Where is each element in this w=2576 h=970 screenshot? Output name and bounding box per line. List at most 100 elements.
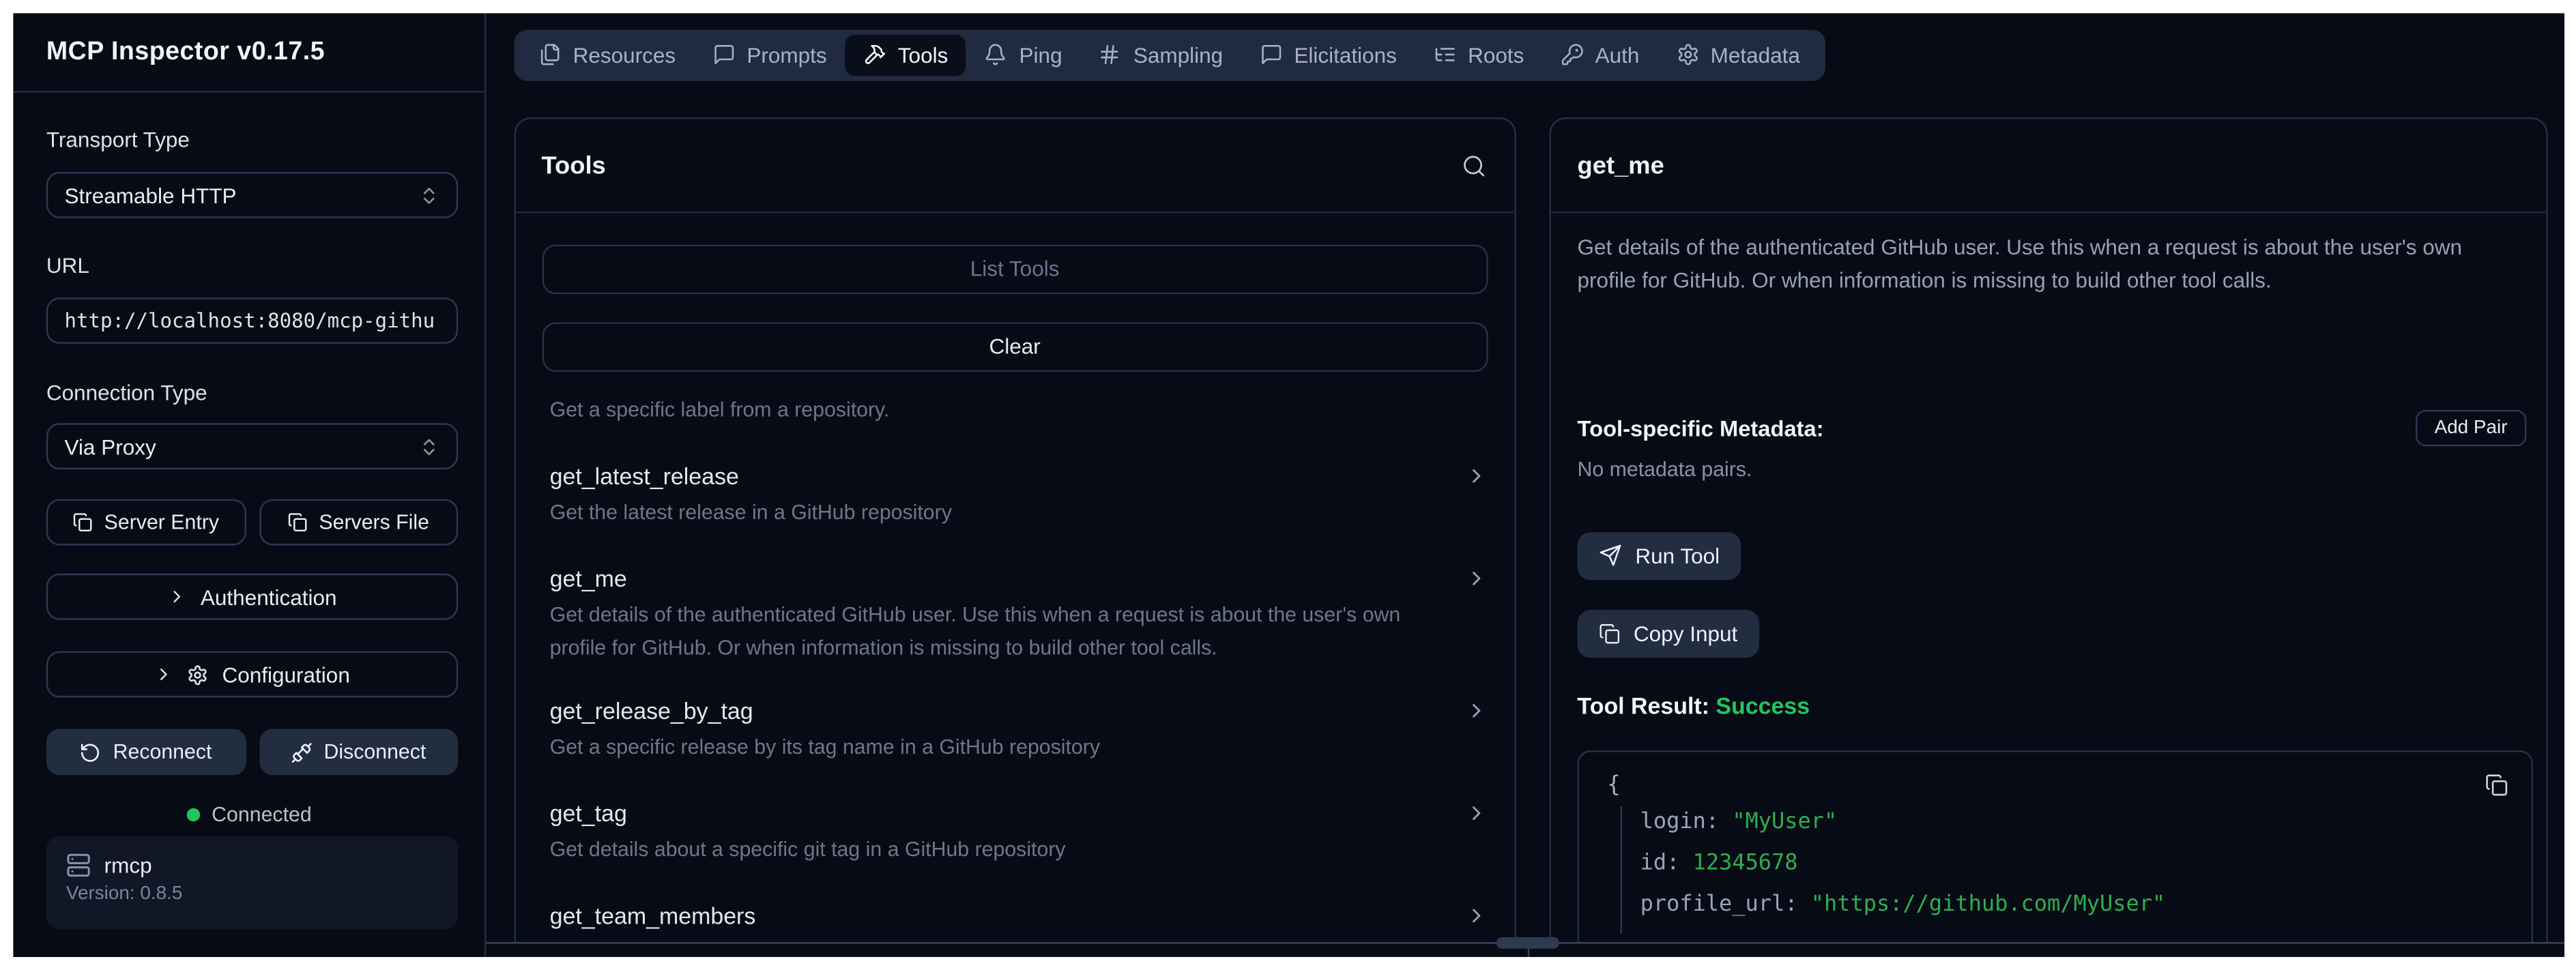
transport-type-value: Streamable HTTP: [64, 183, 236, 207]
copy-icon: [1599, 623, 1620, 644]
list-tree-icon: [1433, 44, 1456, 67]
gear-icon: [188, 664, 209, 685]
url-label: URL: [46, 253, 89, 278]
tools-panel-title: Tools: [542, 151, 606, 179]
tool-detail-description: Get details of the authenticated GitHub …: [1578, 231, 2506, 295]
tool-result-label: Tool Result: Success: [1578, 692, 1810, 719]
json-row: id: 12345678: [1640, 851, 1798, 876]
reconnect-button[interactable]: Reconnect: [46, 729, 246, 776]
screenshot-stage: MCP Inspector v0.17.5 Transport Type Str…: [0, 0, 2576, 970]
disconnect-button[interactable]: Disconnect: [259, 729, 458, 776]
json-row: profile_url: "https://github.com/MyUser": [1640, 892, 2166, 917]
authentication-label: Authentication: [201, 585, 337, 609]
message-square-icon: [712, 44, 735, 67]
servers-file-label: Servers File: [319, 511, 429, 534]
chevrons-up-down-icon: [418, 435, 439, 456]
json-indent-guide: [1621, 806, 1622, 934]
tab-resources[interactable]: Resources: [520, 34, 694, 76]
tab-auth[interactable]: Auth: [1542, 34, 1658, 76]
transport-type-select[interactable]: Streamable HTTP: [46, 172, 458, 218]
rotate-ccw-icon: [80, 741, 101, 763]
tool-detail-header: get_me: [1551, 119, 2545, 213]
files-icon: [538, 44, 562, 67]
chevron-right-icon[interactable]: [1465, 904, 1488, 927]
connection-type-value: Via Proxy: [64, 434, 156, 458]
sidebar: MCP Inspector v0.17.5 Transport Type Str…: [13, 13, 485, 957]
tools-list-panel: Tools List Tools Clear Get a specific la…: [513, 117, 1516, 943]
tools-panel-header: Tools: [515, 119, 1515, 213]
server-entry-label: Server Entry: [104, 511, 219, 534]
chevron-right-icon: [167, 587, 187, 606]
json-row: login: "MyUser": [1640, 810, 1838, 834]
chevron-right-icon: [154, 664, 174, 684]
bottom-pane-resize-handle[interactable]: [1496, 937, 1559, 949]
tab-prompts[interactable]: Prompts: [694, 34, 845, 76]
tab-elicitations[interactable]: Elicitations: [1241, 34, 1415, 76]
chevron-right-icon[interactable]: [1465, 699, 1488, 722]
search-icon[interactable]: [1462, 153, 1486, 178]
tool-item-description: Get the latest release in a GitHub repos…: [550, 497, 1449, 529]
unplug-icon: [291, 741, 312, 763]
copy-icon: [73, 512, 93, 532]
tool-item-name[interactable]: get_release_by_tag: [550, 698, 753, 724]
server-info-card: rmcp Version: 0.8.5: [46, 836, 458, 929]
tab-tools[interactable]: Tools: [845, 34, 966, 76]
configuration-toggle[interactable]: Configuration: [46, 651, 458, 698]
key-icon: [1561, 44, 1584, 67]
json-open-brace: {: [1607, 772, 1621, 799]
app-title: MCP Inspector v0.17.5: [46, 38, 325, 68]
tool-item-description: Get details of the authenticated GitHub …: [550, 600, 1449, 664]
tool-result-status: Success: [1716, 692, 1810, 719]
tool-detail-body: Get details of the authenticated GitHub …: [1551, 214, 2545, 943]
add-pair-button[interactable]: Add Pair: [2416, 410, 2526, 445]
connection-status: Connected: [13, 804, 485, 827]
tab-sampling[interactable]: Sampling: [1080, 34, 1241, 76]
tool-item-name[interactable]: get_me: [550, 565, 627, 592]
chevrons-up-down-icon: [418, 184, 439, 205]
tool-item-name[interactable]: get_team_members: [550, 902, 756, 929]
copy-icon[interactable]: [2485, 774, 2508, 797]
connected-dot-icon: [187, 808, 200, 821]
servers-file-button[interactable]: Servers File: [259, 499, 458, 546]
tool-item-description: Get a specific release by its tag name i…: [550, 732, 1449, 764]
tools-list-scroll-area[interactable]: List Tools Clear Get a specific label fr…: [515, 214, 1515, 943]
tool-detail-title: get_me: [1578, 151, 1664, 179]
disconnect-label: Disconnect: [323, 741, 426, 764]
no-metadata-text: No metadata pairs.: [1578, 458, 1752, 481]
sidebar-header: MCP Inspector v0.17.5: [13, 13, 483, 92]
authentication-toggle[interactable]: Authentication: [46, 574, 458, 620]
connection-status-text: Connected: [212, 804, 312, 827]
chevron-right-icon[interactable]: [1465, 802, 1488, 825]
bell-icon: [985, 44, 1008, 67]
tool-item-description: Get details about a specific git tag in …: [550, 835, 1449, 867]
send-icon: [1599, 544, 1622, 568]
list-tools-button[interactable]: List Tools: [542, 245, 1488, 293]
connection-type-select[interactable]: Via Proxy: [46, 423, 458, 469]
configuration-label: Configuration: [222, 662, 349, 686]
connection-type-label: Connection Type: [46, 380, 207, 405]
url-input[interactable]: http://localhost:8080/mcp-githu: [46, 297, 458, 344]
copy-icon: [287, 512, 307, 532]
chevron-right-icon[interactable]: [1465, 465, 1488, 488]
metadata-label: Tool-specific Metadata:: [1578, 417, 1824, 441]
server-version: Version: 0.8.5: [66, 884, 438, 904]
tab-metadata[interactable]: Metadata: [1658, 34, 1819, 76]
partial-tool-description: Get a specific label from a repository.: [550, 395, 1449, 427]
copy-input-button[interactable]: Copy Input: [1578, 610, 1759, 657]
tool-item-name[interactable]: get_latest_release: [550, 462, 739, 489]
chevron-right-icon[interactable]: [1465, 567, 1488, 590]
reconnect-label: Reconnect: [113, 741, 212, 764]
result-json-box: { login: "MyUser" id: 12345678 profile: [1578, 750, 2532, 943]
run-tool-button[interactable]: Run Tool: [1578, 532, 1741, 579]
tool-detail-panel: get_me Get details of the authenticated …: [1549, 117, 2547, 943]
tab-ping[interactable]: Ping: [966, 34, 1080, 76]
server-entry-button[interactable]: Server Entry: [46, 499, 246, 546]
hash-icon: [1099, 44, 1122, 67]
url-value: http://localhost:8080/mcp-githu: [64, 309, 435, 332]
mcp-inspector-app: MCP Inspector v0.17.5 Transport Type Str…: [13, 13, 2563, 957]
hammer-icon: [863, 44, 886, 67]
tab-roots[interactable]: Roots: [1415, 34, 1542, 76]
tool-item-name[interactable]: get_tag: [550, 800, 627, 827]
clear-button[interactable]: Clear: [542, 322, 1488, 370]
transport-type-label: Transport Type: [46, 128, 190, 152]
